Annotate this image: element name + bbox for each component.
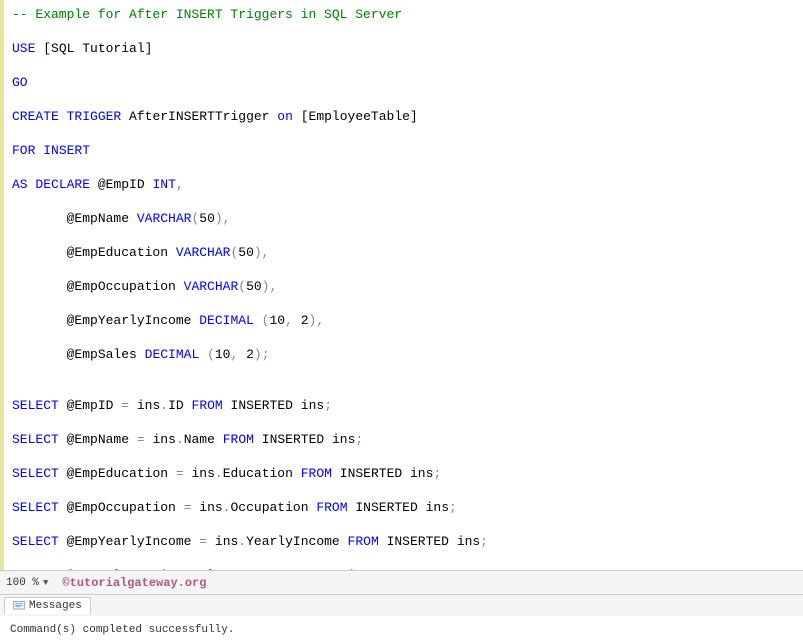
kw-select2: SELECT <box>12 432 59 447</box>
kw-from2: FROM <box>223 432 254 447</box>
var-empname: @EmpName <box>67 211 129 226</box>
var-empocc: @EmpOccupation <box>67 279 176 294</box>
watermark: ©tutorialgateway.org <box>62 576 206 590</box>
num-10a: 10 <box>269 313 285 328</box>
results-tabs: Messages <box>0 594 803 616</box>
num-2a: 2 <box>301 313 309 328</box>
v-id: @EmpID <box>67 398 114 413</box>
kw-decimal2: DECIMAL <box>145 347 200 362</box>
kw-insert: INSERT <box>43 143 90 158</box>
kw-select5: SELECT <box>12 534 59 549</box>
messages-pane[interactable]: Command(s) completed successfully. <box>0 616 803 644</box>
num-50b: 50 <box>238 245 254 260</box>
kw-as: AS <box>12 177 28 192</box>
kw-int: INT <box>152 177 175 192</box>
kw-from3: FROM <box>301 466 332 481</box>
kw-select3: SELECT <box>12 466 59 481</box>
kw-select6: SELECT <box>12 568 59 570</box>
kw-decimal1: DECIMAL <box>199 313 254 328</box>
kw-on: on <box>277 109 293 124</box>
kw-go: GO <box>12 75 28 90</box>
kw-declare: DECLARE <box>35 177 90 192</box>
db-name: [SQL Tutorial] <box>43 41 152 56</box>
comment: -- Example for After INSERT Triggers in … <box>12 7 402 22</box>
messages-text: Command(s) completed successfully. <box>10 624 234 636</box>
kw-from5: FROM <box>348 534 379 549</box>
tab-messages-label: Messages <box>29 600 82 612</box>
num-2b: 2 <box>246 347 254 362</box>
num-10b: 10 <box>215 347 231 362</box>
zoom-label: 100 % <box>6 577 39 589</box>
zoom-dropdown[interactable]: 100 % ▼ <box>6 577 48 589</box>
var-empid: @EmpID <box>98 177 145 192</box>
kw-create: CREATE <box>12 109 59 124</box>
kw-from4: FROM <box>316 500 347 515</box>
var-empedu: @EmpEducation <box>67 245 168 260</box>
trigger-name: AfterINSERTTrigger <box>129 109 269 124</box>
table-name: [EmployeeTable] <box>301 109 418 124</box>
kw-varchar2: VARCHAR <box>176 245 231 260</box>
messages-icon <box>13 600 25 612</box>
kw-use: USE <box>12 41 35 56</box>
kw-trigger: TRIGGER <box>67 109 122 124</box>
kw-varchar3: VARCHAR <box>184 279 239 294</box>
sql-editor[interactable]: -- Example for After INSERT Triggers in … <box>0 0 803 570</box>
tab-messages[interactable]: Messages <box>4 597 91 614</box>
kw-varchar1: VARCHAR <box>137 211 192 226</box>
kw-select1: SELECT <box>12 398 59 413</box>
kw-select4: SELECT <box>12 500 59 515</box>
kw-from6: FROM <box>238 568 269 570</box>
num-50c: 50 <box>246 279 262 294</box>
num-50a: 50 <box>199 211 215 226</box>
var-empsales: @EmpSales <box>67 347 137 362</box>
status-bar: 100 % ▼ ©tutorialgateway.org <box>0 570 803 594</box>
var-empyi: @EmpYearlyIncome <box>67 313 192 328</box>
kw-for: FOR <box>12 143 35 158</box>
chevron-down-icon: ▼ <box>43 578 48 588</box>
kw-from1: FROM <box>192 398 223 413</box>
